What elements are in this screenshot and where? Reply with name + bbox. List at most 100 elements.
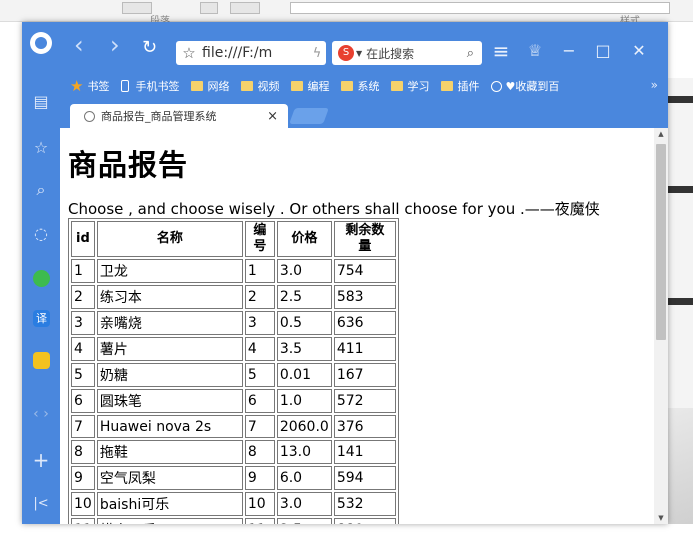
app-icon-yellow[interactable] (33, 352, 50, 369)
cell-stock: 141 (333, 440, 396, 464)
search-box[interactable]: S ▼ 在此搜索 ⌕ (332, 41, 482, 65)
tab-close-icon[interactable]: × (267, 109, 278, 124)
search-engine-caret-icon[interactable]: ▼ (356, 49, 362, 58)
folder-icon (191, 81, 204, 91)
maximize-icon[interactable]: □ (590, 40, 616, 62)
vertical-scrollbar[interactable]: ▲ ▼ (654, 128, 668, 524)
cell-stock: 532 (333, 492, 396, 516)
add-icon[interactable]: + (22, 450, 60, 470)
globe-icon (84, 110, 95, 122)
cell-id: 1 (71, 259, 95, 283)
bookmark-label[interactable]: 视频 (257, 78, 279, 94)
ribbon-button (200, 2, 218, 14)
search-magnifier-icon[interactable]: ⌕ (467, 46, 474, 61)
folder-icon (441, 81, 454, 91)
browser-logo-icon[interactable] (30, 32, 52, 54)
bookmark-label[interactable]: 编程 (307, 78, 329, 94)
app-icon-green[interactable] (33, 270, 50, 287)
skin-icon[interactable]: ♕ (522, 40, 548, 62)
cell-price: 0.01 (276, 363, 332, 387)
collapse-sidebar-icon[interactable]: |< (22, 494, 60, 514)
reader-icon[interactable]: ▤ (22, 92, 60, 112)
favorites-star-icon[interactable]: ☆ (22, 138, 60, 158)
cell-stock: 583 (333, 285, 396, 309)
cell-id: 10 (71, 492, 95, 516)
scroll-up-icon[interactable]: ▲ (654, 130, 668, 138)
phone-icon (121, 80, 130, 92)
column-header-id: id (71, 221, 95, 257)
cell-code: 7 (244, 415, 275, 438)
cell-name: 卫龙 (96, 259, 243, 283)
bookmark-item[interactable]: 视频 (241, 78, 279, 94)
new-tab-button[interactable] (289, 108, 329, 124)
search-engine-logo-icon[interactable]: S (338, 45, 354, 61)
back-icon[interactable]: ‹ (74, 33, 84, 57)
wallpaper-shelf (668, 96, 693, 103)
translate-icon[interactable]: 译 (33, 310, 50, 327)
bookmark-item[interactable]: 插件 (441, 78, 479, 94)
bookmark-label[interactable]: 网络 (207, 78, 229, 94)
bookmark-label[interactable]: 手机书签 (135, 78, 179, 94)
forward-icon[interactable]: › (110, 33, 120, 57)
background-ribbon: 段落 样式 (0, 0, 693, 27)
prev-next-icon[interactable]: ‹ › (22, 404, 60, 424)
cell-code: 5 (244, 363, 275, 387)
address-text[interactable]: file:///F:/m (202, 45, 272, 61)
cell-name: 空气凤梨 (96, 466, 243, 490)
more-bookmarks-icon[interactable]: » (651, 78, 658, 92)
reload-icon[interactable]: ↻ (142, 38, 157, 58)
page-title: 商品报告 (68, 148, 189, 182)
bookmark-item[interactable]: ★ 书签 (70, 77, 109, 95)
bookmark-item[interactable]: 手机书签 (121, 78, 179, 94)
page-quote: Choose , and choose wisely . Or others s… (68, 200, 600, 218)
bookmark-item[interactable]: ♥收藏到百 (491, 78, 559, 94)
cell-price: 2.5 (276, 518, 332, 524)
scroll-down-icon[interactable]: ▼ (654, 514, 668, 522)
address-bar[interactable]: ☆ file:///F:/m ϟ (176, 41, 326, 65)
minimize-icon[interactable]: − (556, 40, 582, 62)
bookmark-item[interactable]: 网络 (191, 78, 229, 94)
bookmark-item[interactable]: 学习 (391, 78, 429, 94)
folder-icon (391, 81, 404, 91)
product-table: id 名称 编号 价格 剩余数量 1 卫龙 1 3.0 754 2 练习本 2 2.5 583 3 亲… (68, 218, 399, 524)
search-icon[interactable]: ⌕ (22, 180, 60, 200)
cell-name: baishi可乐 (96, 492, 243, 516)
cell-code: 3 (244, 311, 275, 335)
cell-price: 2.5 (276, 285, 332, 309)
cell-id: 2 (71, 285, 95, 309)
cell-stock: 594 (333, 466, 396, 490)
cell-price: 2060.0 (276, 415, 332, 438)
bookmark-item[interactable]: 编程 (291, 78, 329, 94)
cell-id: 9 (71, 466, 95, 490)
table-row: 7 Huawei nova 2s 7 2060.0 376 (71, 415, 396, 438)
tab-title[interactable]: 商品报告_商品管理系统 (101, 108, 217, 124)
bookmark-label[interactable]: ♥收藏到百 (505, 78, 559, 94)
cell-name: 亲嘴烧 (96, 311, 243, 335)
bookmark-label[interactable]: 系统 (357, 78, 379, 94)
flash-icon[interactable]: ϟ (308, 46, 326, 61)
tab-active[interactable]: 商品报告_商品管理系统 × (70, 104, 288, 128)
wallpaper-shelf (668, 298, 693, 305)
bookmark-star-icon[interactable]: ☆ (176, 44, 202, 62)
bookmark-label[interactable]: 学习 (407, 78, 429, 94)
cell-name: 薯片 (96, 337, 243, 361)
close-icon[interactable]: ✕ (626, 40, 652, 62)
chat-icon[interactable]: ◌ (22, 224, 60, 244)
bookmark-label[interactable]: 插件 (457, 78, 479, 94)
bookmark-label[interactable]: 书签 (87, 78, 109, 94)
column-header-stock: 剩余数量 (333, 221, 396, 257)
cell-price: 3.0 (276, 492, 332, 516)
column-header-code-text: 编号 (253, 223, 267, 254)
tab-strip: 商品报告_商品管理系统 × (60, 102, 668, 128)
cell-code: 2 (244, 285, 275, 309)
cell-stock: 167 (333, 363, 396, 387)
table-row: 2 练习本 2 2.5 583 (71, 285, 396, 309)
cell-price: 13.0 (276, 440, 332, 464)
menu-icon[interactable]: ≡ (488, 40, 514, 62)
wallpaper-tree (668, 408, 693, 524)
bookmark-item[interactable]: 系统 (341, 78, 379, 94)
browser-sidebar: ▤ ☆ ⌕ ◌ 译 ‹ › + |< (22, 22, 60, 524)
search-placeholder[interactable]: 在此搜索 (366, 45, 414, 62)
scrollbar-thumb[interactable] (656, 144, 666, 340)
table-row: 5 奶糖 5 0.01 167 (71, 363, 396, 387)
